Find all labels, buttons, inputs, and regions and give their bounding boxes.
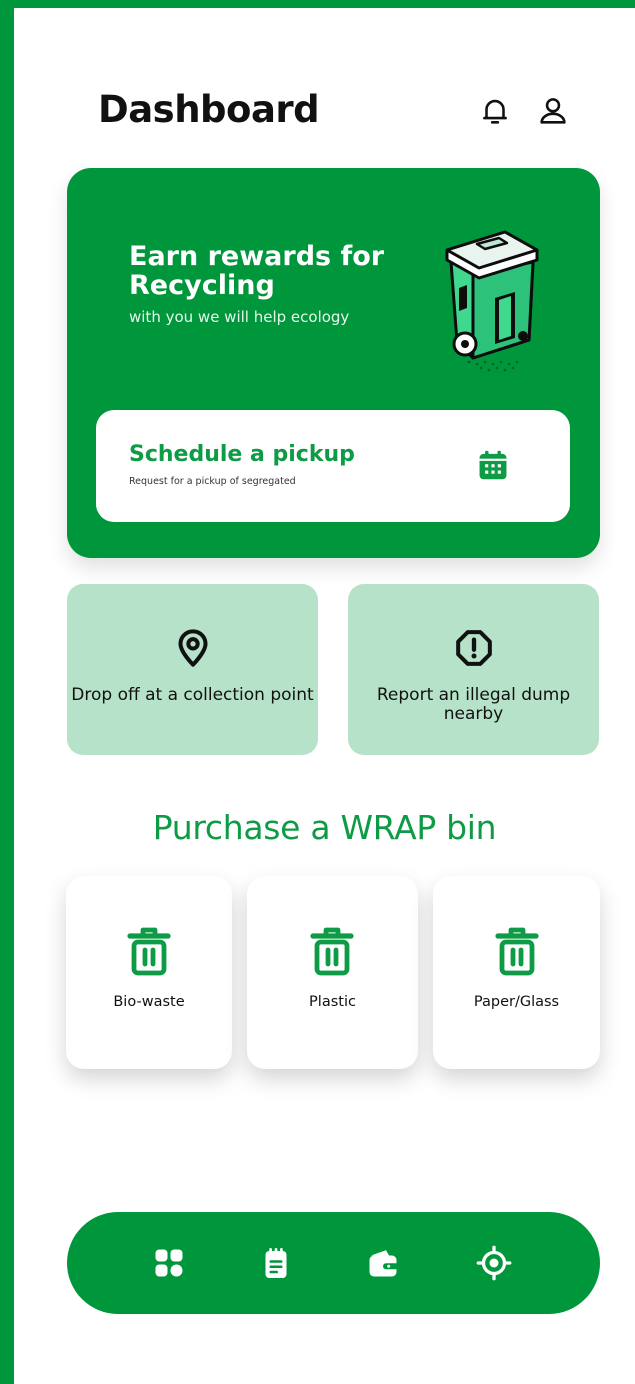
bell-icon[interactable]	[478, 94, 512, 128]
rewards-title: Earn rewards for Recycling	[129, 241, 385, 301]
drop-off-card[interactable]: Drop off at a collection point	[67, 584, 318, 755]
phone-screen: Dashboard Earn rewards for Recycling wit…	[14, 8, 635, 1384]
bin-card-plastic[interactable]: Plastic	[247, 876, 418, 1069]
drop-off-label: Drop off at a collection point	[71, 685, 314, 705]
report-dump-label: Report an illegal dump nearby	[376, 685, 571, 724]
rewards-subtitle: with you we will help ecology	[129, 308, 350, 326]
location-target-icon[interactable]	[476, 1245, 512, 1281]
calendar-icon	[479, 450, 507, 480]
purchase-section-title: Purchase a WRAP bin	[152, 808, 497, 847]
grid-icon[interactable]	[151, 1245, 187, 1281]
bottom-nav-bar	[67, 1212, 600, 1314]
trash-bin-icon	[310, 927, 354, 976]
alert-icon	[456, 630, 492, 666]
map-pin-icon	[178, 629, 208, 667]
bin-card-bio-waste[interactable]: Bio-waste	[66, 876, 232, 1069]
trash-bin-icon	[495, 927, 539, 976]
page-title: Dashboard	[98, 88, 320, 131]
wallet-icon[interactable]	[365, 1245, 401, 1281]
bin-label: Paper/Glass	[473, 994, 560, 1010]
bin-label: Bio-waste	[113, 994, 185, 1010]
report-dump-card[interactable]: Report an illegal dump nearby	[348, 584, 599, 755]
schedule-pickup-subtitle: Request for a pickup of segregated	[129, 476, 296, 487]
notes-icon[interactable]	[258, 1245, 294, 1281]
schedule-pickup-title: Schedule a pickup	[129, 442, 355, 467]
recycling-bin-illustration	[445, 230, 539, 372]
bin-card-paper-glass[interactable]: Paper/Glass	[433, 876, 600, 1069]
bin-label: Plastic	[309, 994, 356, 1010]
rewards-card: Earn rewards for Recycling with you we w…	[67, 168, 600, 558]
user-icon[interactable]	[536, 94, 570, 128]
schedule-pickup-button[interactable]: Schedule a pickup Request for a pickup o…	[96, 410, 570, 522]
trash-bin-icon	[127, 927, 171, 976]
